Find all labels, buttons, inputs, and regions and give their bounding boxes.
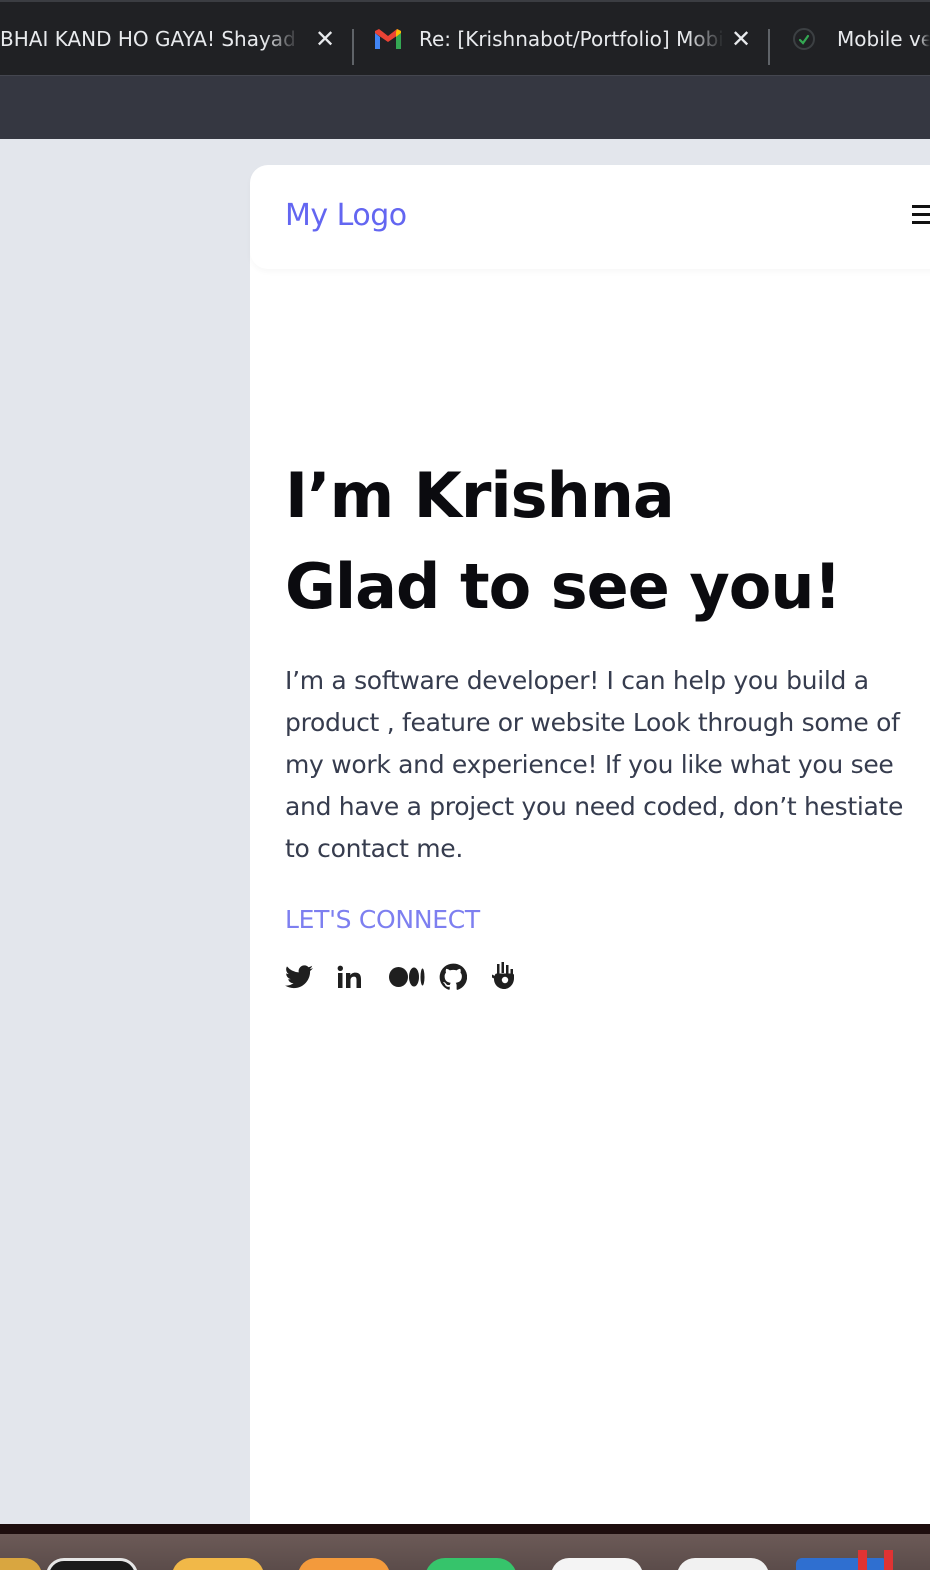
macos-dock	[0, 1534, 930, 1570]
browser-tab-1[interactable]: BHAI KAND HO GAYA! Shayad I ✕	[0, 2, 340, 75]
notes-app-icon[interactable]	[172, 1558, 264, 1570]
dock-app-icon[interactable]	[796, 1558, 888, 1570]
browser-tab-2[interactable]: Re: [Krishnabot/Portfolio] Mobi ✕	[365, 2, 760, 75]
tab-title: Re: [Krishnabot/Portfolio] Mobi	[419, 26, 724, 51]
connect-label: LET'S CONNECT	[285, 905, 480, 934]
tab-separator	[768, 29, 770, 65]
dock-app-icon[interactable]	[0, 1558, 42, 1570]
tab-title: BHAI KAND HO GAYA! Shayad I	[0, 26, 300, 51]
tab-title: Mobile ver	[837, 26, 930, 51]
page-viewport: My Logo I’m Krishna Glad to see you! I’m…	[0, 139, 930, 1535]
linkedin-icon[interactable]	[336, 963, 364, 991]
medium-icon[interactable]	[389, 963, 425, 991]
hero-description: I’m a software developer! I can help you…	[285, 666, 904, 863]
dock-badge	[884, 1550, 893, 1570]
calendar-app-icon[interactable]	[551, 1558, 643, 1570]
terminal-app-icon[interactable]	[46, 1558, 138, 1570]
dock-app-icon[interactable]	[298, 1558, 390, 1570]
site-logo[interactable]: My Logo	[285, 198, 407, 233]
dock-edge	[0, 1524, 930, 1534]
site-header: My Logo	[250, 165, 930, 269]
dock-app-icon[interactable]	[677, 1558, 769, 1570]
dock-badge	[858, 1550, 867, 1570]
social-links	[285, 962, 517, 991]
hamburger-menu-icon[interactable]	[912, 203, 930, 227]
github-icon[interactable]	[439, 963, 467, 991]
tab-separator	[352, 29, 354, 65]
hero-line-1: I’m Krishna	[285, 459, 675, 532]
browser-tab-3[interactable]: Mobile ver	[785, 2, 930, 75]
portfolio-page: My Logo I’m Krishna Glad to see you! I’m…	[250, 165, 930, 1535]
hero-heading: I’m Krishna Glad to see you!	[285, 450, 930, 632]
hashnode-icon[interactable]	[491, 962, 517, 991]
browser-tab-bar: BHAI KAND HO GAYA! Shayad I ✕ Re: [Krish…	[0, 0, 930, 75]
messages-app-icon[interactable]	[425, 1558, 517, 1570]
close-tab-icon[interactable]: ✕	[730, 25, 752, 53]
close-tab-icon[interactable]: ✕	[314, 25, 336, 53]
gmail-icon	[375, 28, 401, 49]
hero-line-2: Glad to see you!	[285, 550, 842, 623]
loading-spinner-icon	[793, 27, 815, 50]
twitter-icon[interactable]	[285, 963, 313, 991]
browser-toolbar	[0, 75, 930, 139]
